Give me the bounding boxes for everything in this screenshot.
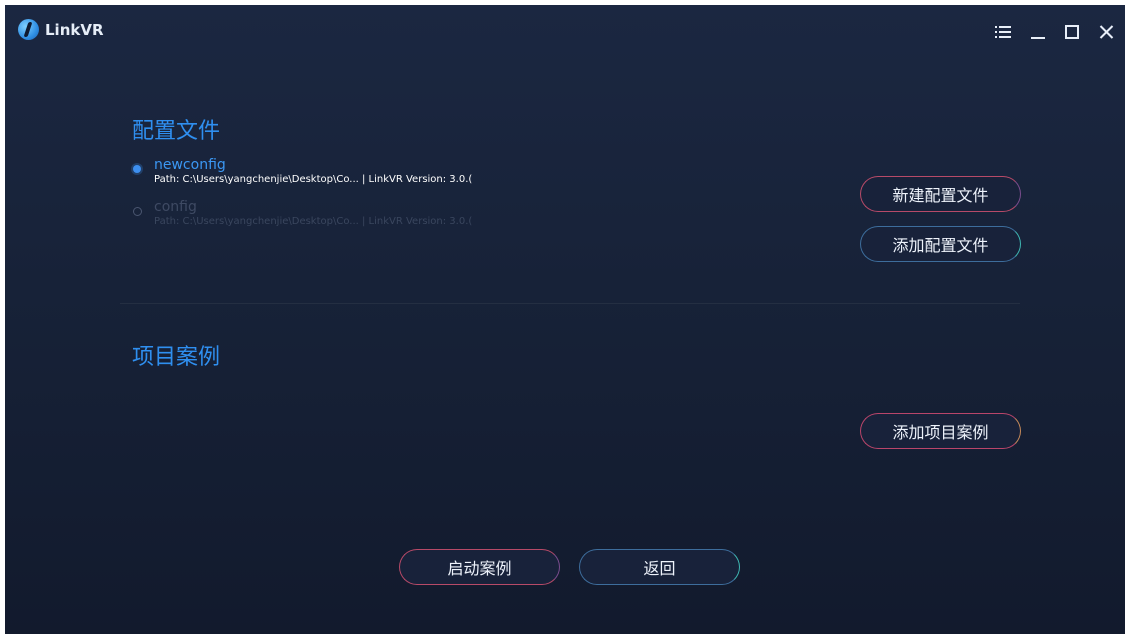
section-divider	[120, 303, 1020, 304]
back-button[interactable]: 返回	[579, 549, 740, 585]
window-controls	[995, 23, 1115, 41]
app-title: LinkVR	[45, 20, 104, 39]
project-section-title: 项目案例	[132, 345, 221, 370]
app-logo: LinkVR	[18, 19, 104, 40]
launch-case-button[interactable]: 启动案例	[399, 549, 560, 585]
maximize-icon[interactable]	[1063, 23, 1081, 41]
minimize-icon[interactable]	[1029, 23, 1047, 41]
radio-selected-icon[interactable]	[133, 165, 141, 173]
app-window: LinkVR 配置文件 newconfig Path: C:\Users\yan…	[5, 5, 1125, 634]
new-config-button[interactable]: 新建配置文件	[860, 176, 1021, 212]
radio-unselected-icon[interactable]	[133, 207, 142, 216]
add-project-button[interactable]: 添加项目案例	[860, 413, 1021, 449]
config-section-title: 配置文件	[132, 119, 221, 144]
config-path: Path: C:\Users\yangchenjie\Desktop\Co...…	[154, 174, 473, 185]
close-icon[interactable]	[1097, 23, 1115, 41]
add-config-button[interactable]: 添加配置文件	[860, 226, 1021, 262]
config-path: Path: C:\Users\yangchenjie\Desktop\Co...…	[154, 216, 473, 227]
linkvr-logo-icon	[18, 19, 39, 40]
menu-icon[interactable]	[995, 23, 1013, 41]
config-name: config	[154, 199, 197, 215]
config-name: newconfig	[154, 157, 226, 173]
